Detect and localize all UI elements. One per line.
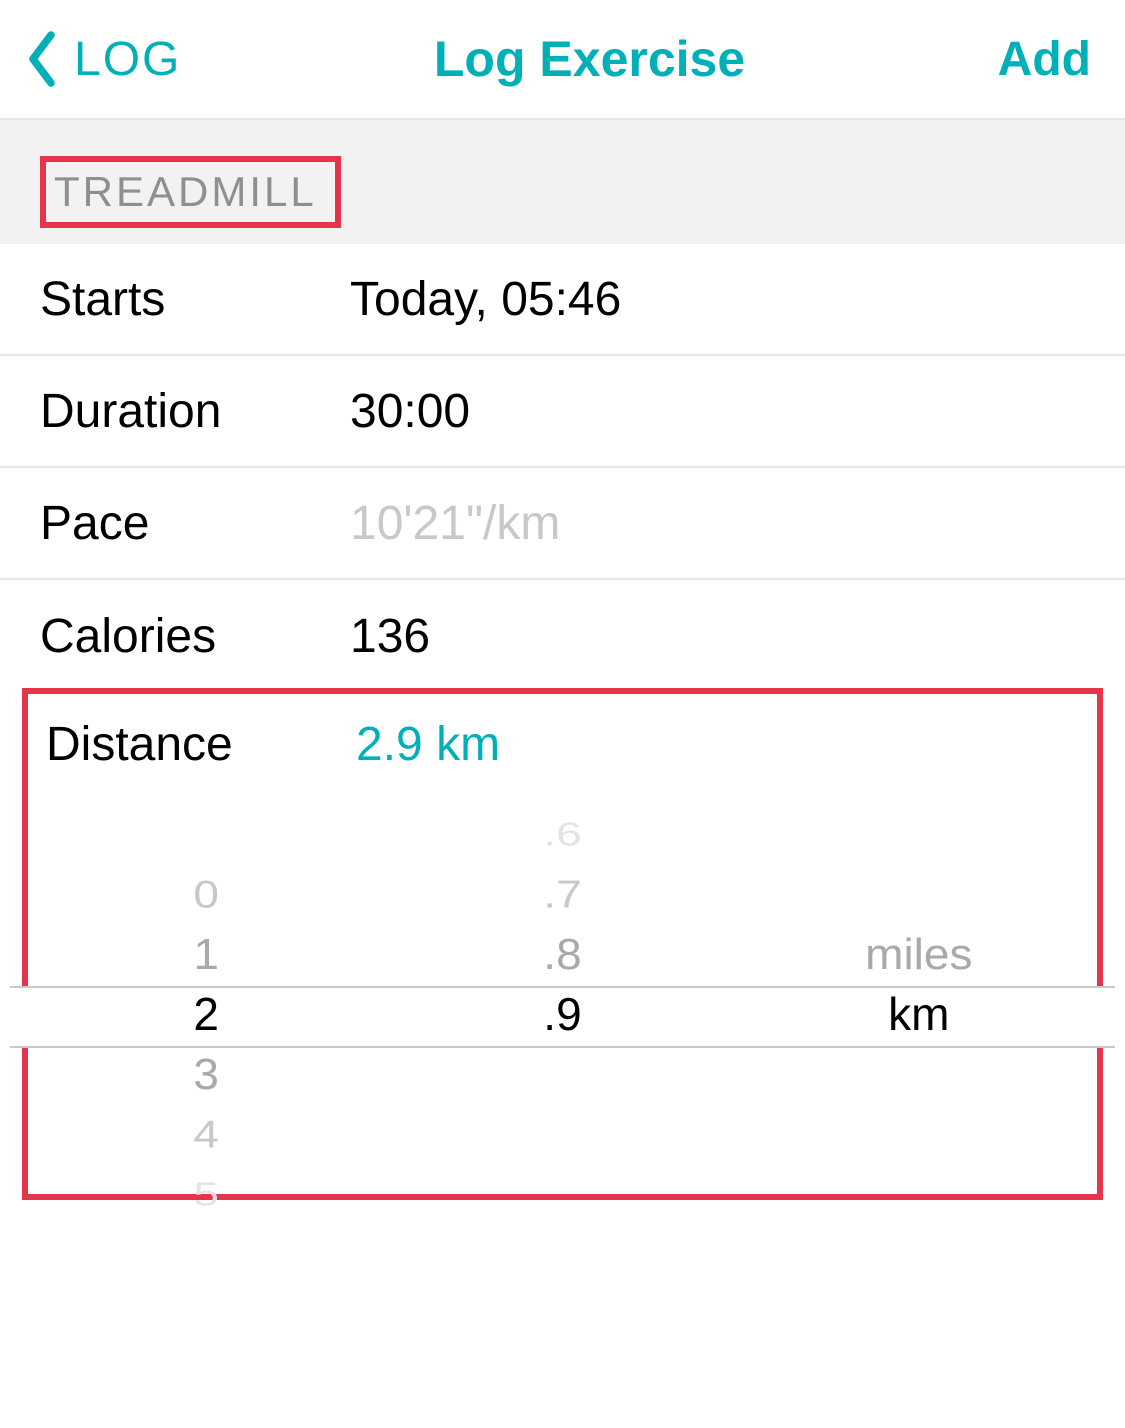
calories-value: 136: [350, 609, 430, 664]
picker-option: 1: [28, 926, 384, 983]
duration-label: Duration: [40, 384, 350, 439]
picker-option: 0: [28, 869, 384, 920]
picker-option: .7: [384, 869, 740, 920]
picker-option: 4: [28, 1109, 384, 1160]
chevron-left-icon: [24, 29, 60, 89]
picker-option: .8: [384, 926, 740, 983]
row-distance[interactable]: Distance 2.9 km: [28, 694, 1097, 794]
page-title: Log Exercise: [434, 30, 745, 88]
picker-column-fraction[interactable]: .6 .7 .8 .9: [384, 804, 740, 1184]
exercise-section-header: TREADMILL: [0, 120, 1125, 244]
picker-option: 3: [28, 1046, 384, 1103]
row-pace[interactable]: Pace 10'21"/km: [0, 468, 1125, 580]
picker-column-whole[interactable]: 0 1 2 3 4 5: [28, 804, 384, 1184]
picker-option: miles: [741, 926, 1097, 983]
back-label: LOG: [74, 32, 181, 87]
row-calories[interactable]: Calories 136: [0, 580, 1125, 692]
back-button[interactable]: LOG: [24, 29, 181, 89]
picker-option: 5: [28, 1172, 384, 1215]
picker-column-unit[interactable]: miles km: [741, 804, 1097, 1184]
exercise-type-label: TREADMILL: [54, 168, 317, 215]
row-duration[interactable]: Duration 30:00: [0, 356, 1125, 468]
picker-option: .6: [384, 812, 740, 855]
picker-option-selected: .9: [384, 984, 740, 1044]
picker-option-selected: 2: [28, 984, 384, 1044]
exercise-details-list: Starts Today, 05:46 Duration 30:00 Pace …: [0, 244, 1125, 692]
duration-value: 30:00: [350, 384, 470, 439]
distance-picker[interactable]: 0 1 2 3 4 5 .6 .7 .8 .9 miles km: [28, 804, 1097, 1184]
distance-label: Distance: [46, 717, 356, 772]
pace-label: Pace: [40, 496, 350, 551]
distance-value: 2.9 km: [356, 717, 500, 772]
picker-option-selected: km: [741, 984, 1097, 1044]
starts-label: Starts: [40, 272, 350, 327]
calories-label: Calories: [40, 609, 350, 664]
starts-value: Today, 05:46: [350, 272, 621, 327]
highlight-exercise-type: TREADMILL: [40, 156, 341, 228]
navbar: LOG Log Exercise Add: [0, 0, 1125, 120]
highlight-distance-block: Distance 2.9 km 0 1 2 3 4 5 .6 .7 .8 .9: [22, 688, 1103, 1200]
row-starts[interactable]: Starts Today, 05:46: [0, 244, 1125, 356]
add-button[interactable]: Add: [998, 32, 1091, 87]
pace-value: 10'21"/km: [350, 496, 560, 551]
